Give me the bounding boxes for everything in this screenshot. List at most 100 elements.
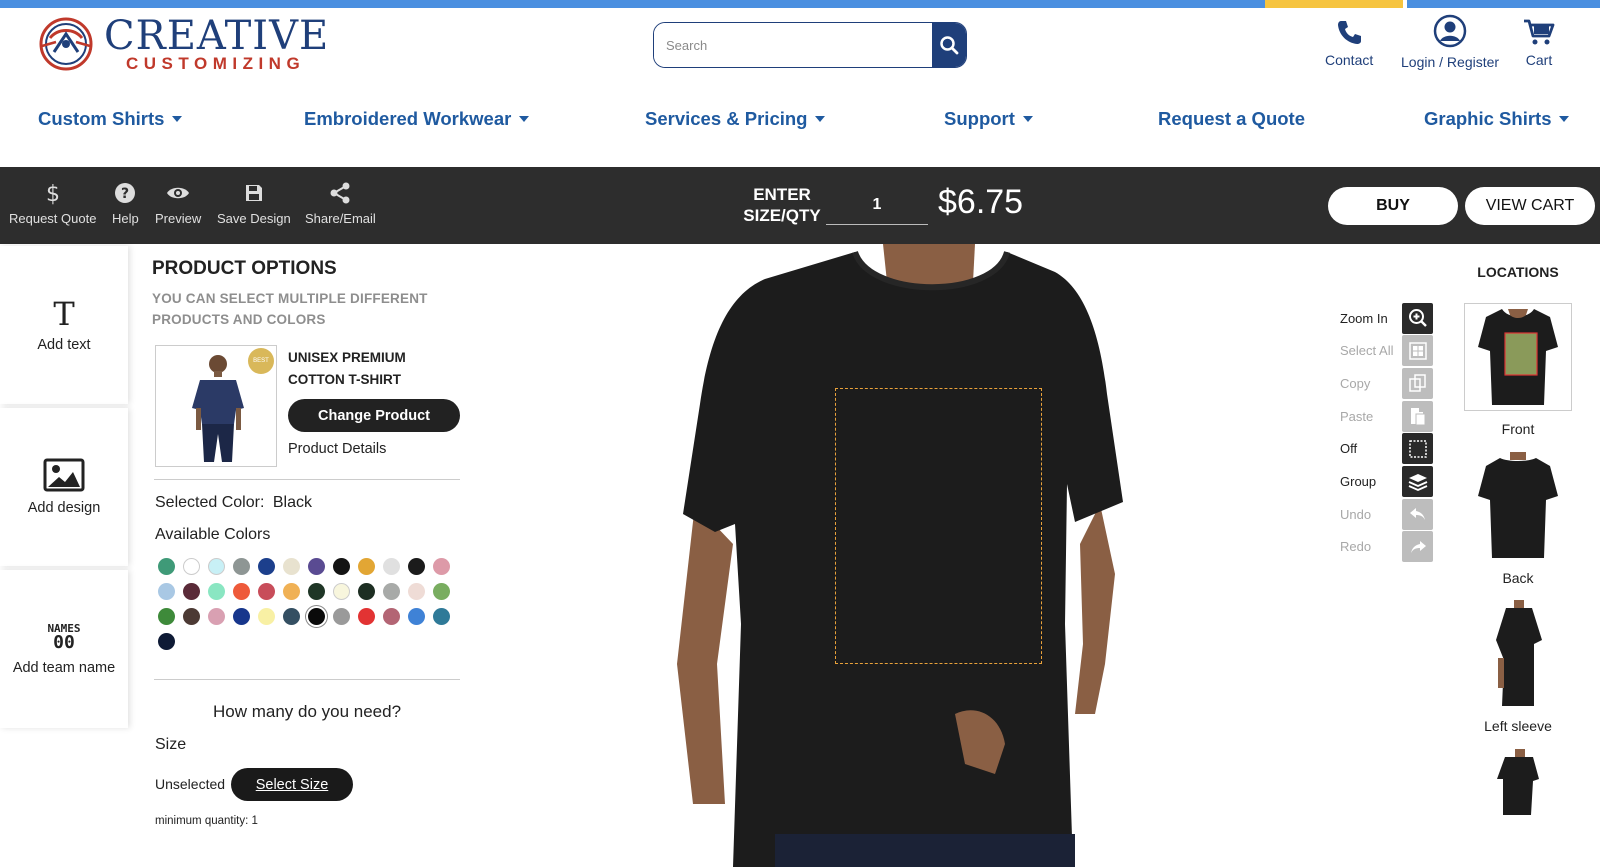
quantity-input[interactable]: 1 (826, 185, 928, 225)
nav-custom-shirts[interactable]: Custom Shirts (38, 108, 183, 130)
select-size-button[interactable]: Select Size (231, 768, 353, 801)
how-many-heading: How many do you need? (212, 702, 402, 721)
color-swatch[interactable] (308, 558, 325, 575)
color-swatch[interactable] (408, 608, 425, 625)
add-text-tool[interactable]: T Add text (0, 246, 128, 404)
color-swatch[interactable] (158, 633, 175, 650)
edit-tool-copy[interactable]: Copy (1340, 367, 1434, 399)
color-swatch[interactable] (408, 583, 425, 600)
nav-label: Embroidered Workwear (304, 108, 512, 129)
add-design-tool[interactable]: Add design (0, 408, 128, 566)
login-register-label: Login / Register (1401, 54, 1500, 70)
color-swatch[interactable] (208, 583, 225, 600)
edit-tool-off[interactable]: Off (1340, 433, 1434, 465)
add-team-name-tool[interactable]: NAMES 00 Add team name (0, 570, 128, 728)
color-swatch[interactable] (258, 608, 275, 625)
color-swatch[interactable] (208, 608, 225, 625)
user-icon (1433, 14, 1467, 48)
edit-tool-zoom-in[interactable]: Zoom In (1340, 302, 1434, 334)
site-logo[interactable]: CREATIVE CUSTOMIZING (36, 14, 328, 74)
color-swatch[interactable] (408, 558, 425, 575)
preview-tool[interactable]: Preview (155, 181, 201, 226)
nav-request-quote[interactable]: Request a Quote (1158, 108, 1305, 130)
color-swatch[interactable] (383, 558, 400, 575)
add-team-name-label: Add team name (12, 659, 116, 676)
help-tool[interactable]: ? Help (112, 181, 139, 226)
location-right-sleeve[interactable] (1464, 749, 1572, 815)
edit-tool-label: Select All (1340, 343, 1394, 359)
color-swatch[interactable] (258, 583, 275, 600)
color-swatch[interactable] (333, 583, 350, 600)
color-swatch[interactable] (283, 608, 300, 625)
contact-link[interactable]: Contact (1325, 18, 1373, 68)
color-swatch[interactable] (283, 558, 300, 575)
print-area-boundary[interactable] (835, 388, 1042, 664)
product-name-line-1: UNISEX PREMIUM (288, 350, 406, 365)
color-swatch[interactable] (433, 558, 450, 575)
color-swatch[interactable] (158, 608, 175, 625)
nav-graphic-shirts[interactable]: Graphic Shirts (1424, 108, 1570, 130)
search-icon (940, 36, 959, 55)
svg-text:$: $ (46, 182, 60, 205)
color-swatch[interactable] (233, 608, 250, 625)
login-register-link[interactable]: Login / Register (1401, 14, 1500, 70)
price-display: $6.75 (938, 183, 1024, 221)
cart-link[interactable]: Cart (1523, 18, 1555, 68)
color-swatch[interactable] (308, 608, 325, 625)
color-swatch[interactable] (183, 583, 200, 600)
color-swatch[interactable] (383, 608, 400, 625)
save-design-tool[interactable]: Save Design (217, 181, 291, 226)
color-swatch[interactable] (433, 583, 450, 600)
request-quote-tool[interactable]: $ Request Quote (9, 181, 96, 226)
nav-embroidered-workwear[interactable]: Embroidered Workwear (304, 108, 530, 130)
color-swatch[interactable] (333, 608, 350, 625)
location-left-sleeve[interactable]: Left sleeve (1464, 600, 1572, 734)
tool-label: Save Design (217, 211, 291, 226)
nav-services-pricing[interactable]: Services & Pricing (645, 108, 826, 130)
product-details-link[interactable]: Product Details (288, 441, 386, 457)
location-front-thumb (1464, 303, 1572, 411)
color-swatch[interactable] (358, 583, 375, 600)
color-swatch[interactable] (358, 608, 375, 625)
color-swatch[interactable] (233, 558, 250, 575)
color-swatch[interactable] (308, 583, 325, 600)
share-email-tool[interactable]: Share/Email (305, 181, 376, 226)
color-swatch[interactable] (283, 583, 300, 600)
location-front[interactable]: Front (1464, 303, 1572, 437)
edit-tool-redo[interactable]: Redo (1340, 531, 1434, 563)
edit-tool-undo[interactable]: Undo (1340, 498, 1434, 530)
nav-support[interactable]: Support (944, 108, 1033, 130)
color-swatch[interactable] (183, 608, 200, 625)
search-input[interactable] (654, 23, 932, 67)
color-swatch[interactable] (183, 558, 200, 575)
color-swatch[interactable] (383, 583, 400, 600)
product-thumbnail[interactable]: BEST (155, 345, 277, 467)
divider (154, 679, 460, 680)
buy-button[interactable]: BUY (1328, 187, 1458, 225)
product-name: UNISEX PREMIUM COTTON T-SHIRT (288, 347, 406, 391)
available-colors-label: Available Colors (155, 526, 271, 543)
color-swatch[interactable] (258, 558, 275, 575)
image-icon (43, 458, 85, 492)
color-swatch[interactable] (158, 583, 175, 600)
location-back[interactable]: Back (1464, 452, 1572, 586)
color-swatch[interactable] (333, 558, 350, 575)
nav-label: Request a Quote (1158, 108, 1305, 129)
color-swatch[interactable] (358, 558, 375, 575)
location-back-thumb (1464, 452, 1572, 560)
top-accent-strip (0, 0, 1600, 8)
view-cart-button[interactable]: VIEW CART (1465, 187, 1595, 225)
edit-tool-select-all[interactable]: Select All (1340, 335, 1434, 367)
minimum-quantity: minimum quantity: 1 (155, 815, 258, 827)
color-swatch[interactable] (158, 558, 175, 575)
edit-tool-group[interactable]: Group (1340, 466, 1434, 497)
location-label: Front (1501, 421, 1535, 437)
color-swatch[interactable] (208, 558, 225, 575)
search-button[interactable] (932, 23, 966, 67)
color-swatch[interactable] (233, 583, 250, 600)
caret-down-icon (519, 116, 530, 122)
color-swatch[interactable] (433, 608, 450, 625)
change-product-button[interactable]: Change Product (288, 399, 460, 432)
phone-icon (1338, 21, 1362, 44)
edit-tool-paste[interactable]: Paste (1340, 400, 1434, 432)
